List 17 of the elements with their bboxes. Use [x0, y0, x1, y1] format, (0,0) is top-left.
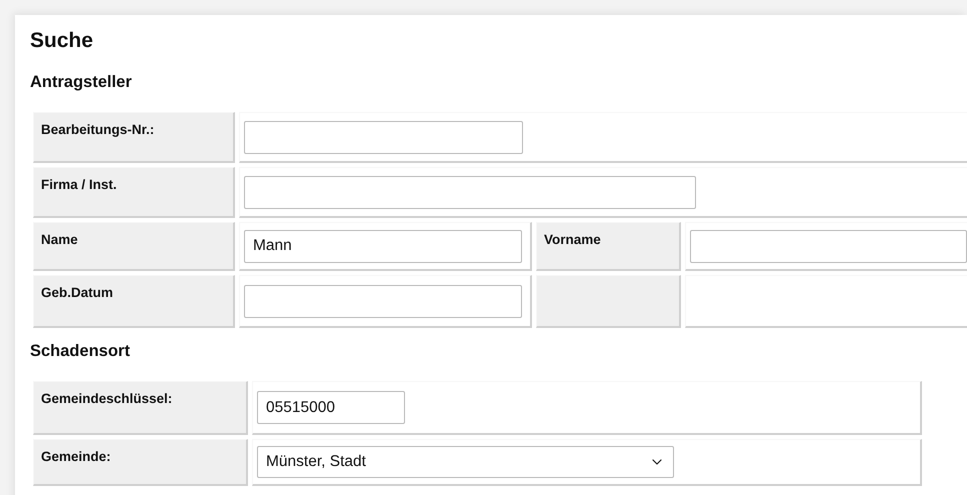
- field-label: Bearbeitungs-Nr.:: [40, 121, 156, 137]
- input-field[interactable]: 05515000: [257, 391, 405, 424]
- field-label: Gemeinde:: [40, 448, 112, 464]
- field-label: Name: [40, 231, 79, 247]
- section-heading: Schadensort: [30, 342, 131, 361]
- page-title: Suche: [30, 29, 94, 53]
- field-label: Gemeindeschlüssel:: [40, 390, 174, 406]
- input-field[interactable]: [244, 284, 522, 318]
- input-field[interactable]: [690, 230, 967, 262]
- field-label: Geb.Datum: [40, 284, 114, 300]
- input-field[interactable]: Mann: [244, 230, 522, 262]
- input-field[interactable]: [244, 120, 523, 154]
- field-label: Vorname: [543, 231, 602, 247]
- field-label: Firma / Inst.: [40, 176, 118, 192]
- dropdown-field[interactable]: Münster, Stadt: [257, 446, 674, 478]
- section-heading: Antragsteller: [30, 73, 133, 92]
- input-field[interactable]: [244, 176, 696, 208]
